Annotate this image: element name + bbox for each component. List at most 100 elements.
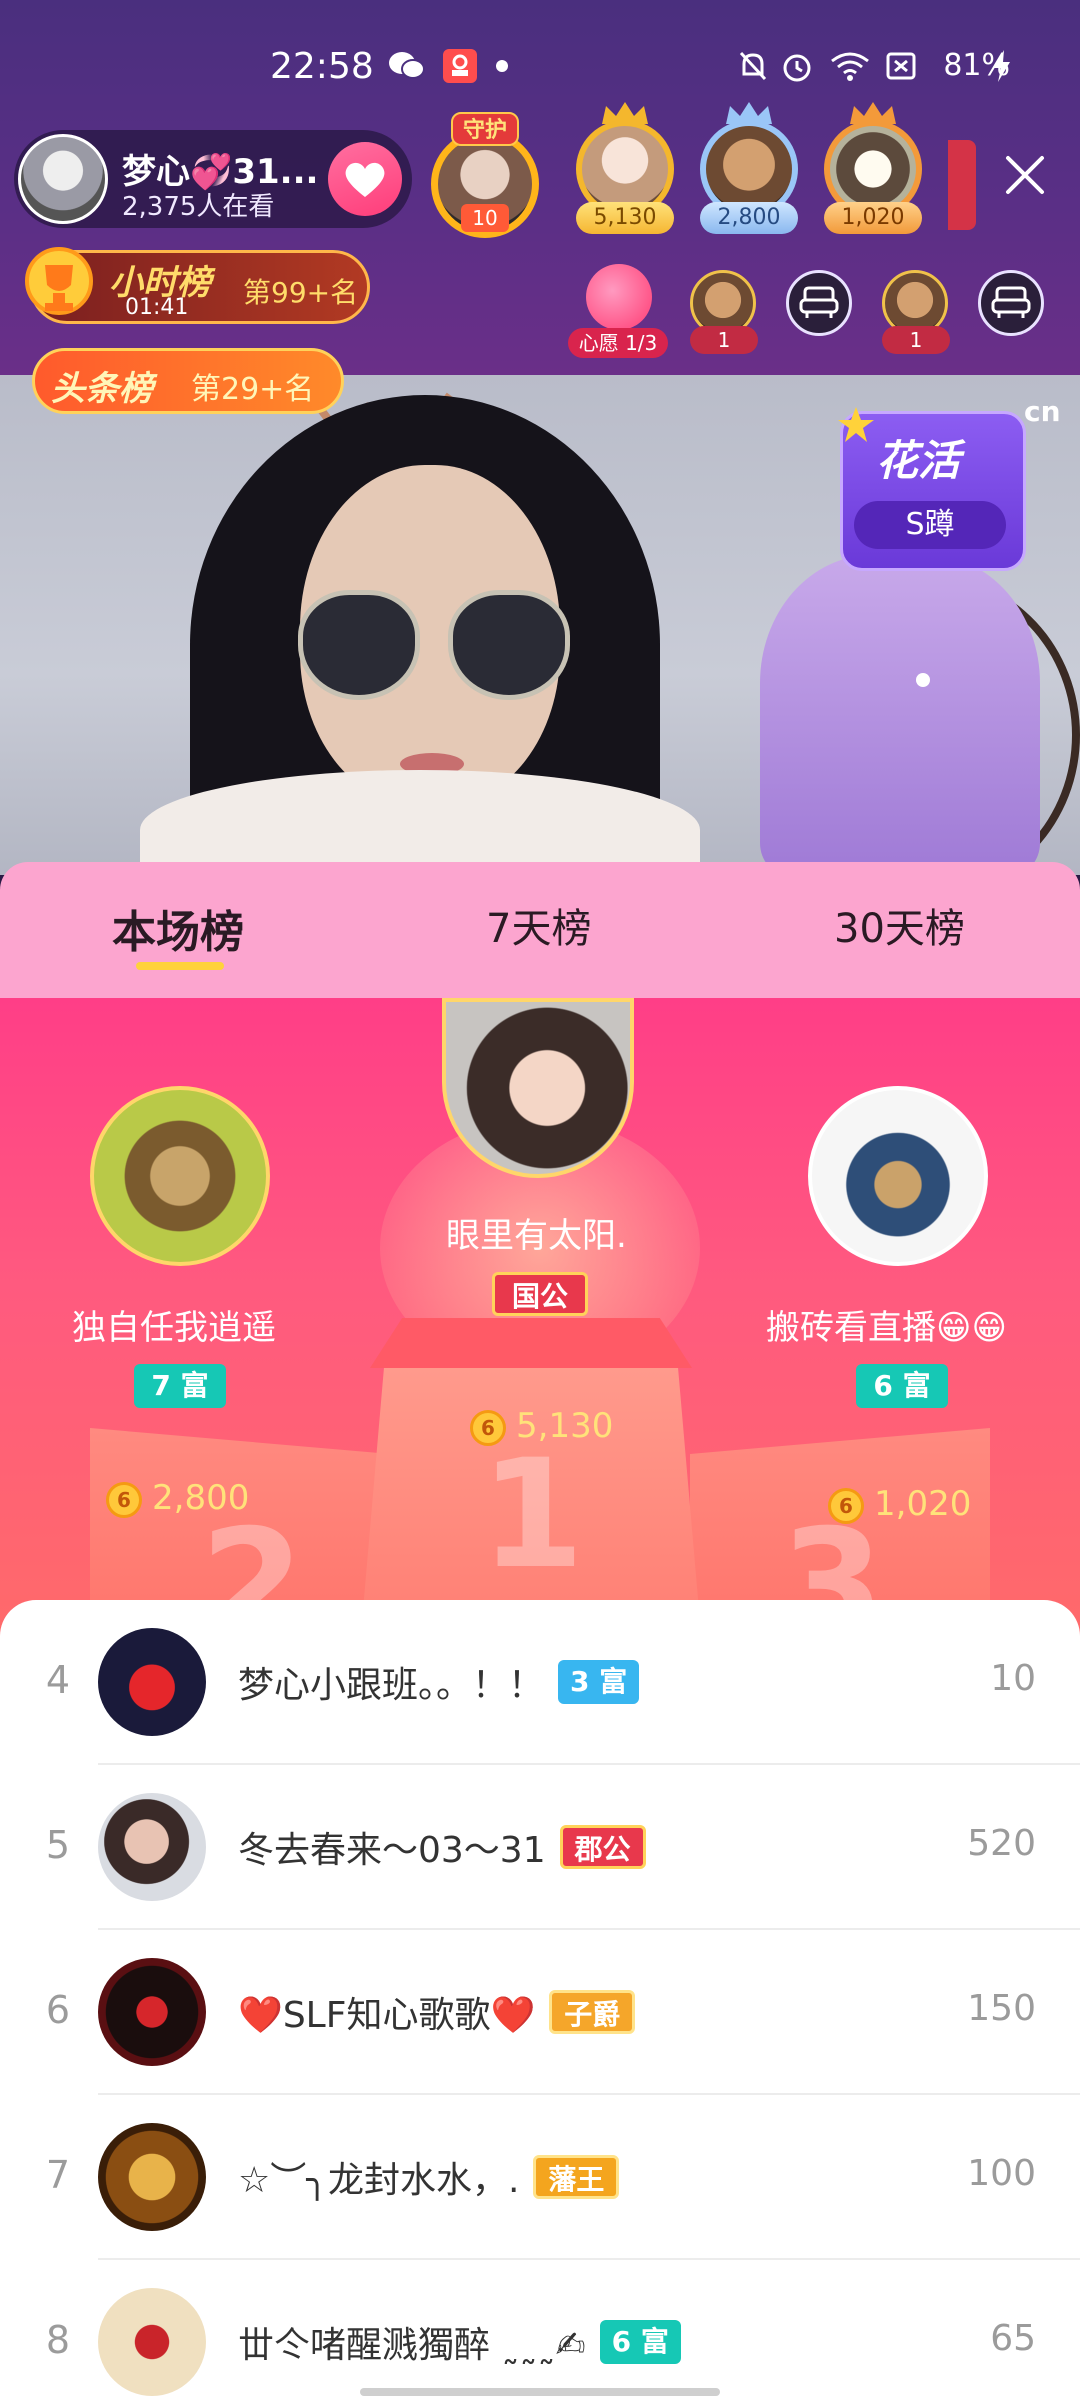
headline-rank-position: 第29+名 (191, 372, 315, 407)
podium-first-top (370, 1318, 692, 1368)
sofa-icon (786, 270, 852, 336)
mic-seat-empty-2[interactable] (978, 270, 1048, 360)
anchor-info[interactable]: 梦心💞31... 2,375人在看 (14, 130, 412, 228)
list-item[interactable]: 4 梦心小跟班。。！！ 3 富 10 (0, 1600, 1080, 1765)
mic-seat-2[interactable]: 1 (882, 270, 952, 360)
wealth-badge: 3 富 (558, 1660, 640, 1704)
row-name: ❤️SLF知心歌歌❤️ 子爵 (238, 1986, 636, 2038)
top-viewer-score: 2,800 (700, 202, 798, 234)
noble-badge: 郡公 (559, 1825, 646, 1869)
home-indicator[interactable] (360, 2388, 720, 2396)
heart-icon (345, 162, 385, 197)
noble-badge: 子爵 (549, 1990, 636, 2034)
second-place-wealth-badge: 7 富 (134, 1364, 226, 1408)
coin-icon: 6 (470, 1409, 506, 1446)
mic-seat-empty-1[interactable] (786, 270, 856, 360)
first-place-amount: 6 5,130 (470, 1406, 613, 1446)
row-score: 150 (967, 1988, 1036, 2029)
mic-seat-1[interactable]: 1 (690, 270, 760, 360)
activity-banner[interactable]: 花活 S蹲 (836, 405, 1032, 575)
row-avatar[interactable] (98, 1628, 206, 1736)
top-viewer-score: 1,020 (824, 202, 922, 234)
coin-icon: 6 (828, 1487, 864, 1524)
sim-icon (886, 48, 916, 84)
second-place-name: 独自任我逍遥 (72, 1308, 276, 1348)
list-item[interactable]: 7 ☆︶╮龙封水水，. 藩王 100 (0, 2095, 1080, 2260)
row-score: 65 (990, 2318, 1036, 2359)
wish-progress: 心愿 1/3 (568, 328, 668, 358)
row-rank: 5 (45, 1823, 71, 1867)
active-tab-underline (136, 962, 224, 970)
viewer-count: 2,375人在看 (122, 192, 275, 222)
headline-rank-title: 头条榜 (51, 369, 153, 409)
row-avatar[interactable] (98, 2123, 206, 2231)
row-rank: 6 (45, 1988, 71, 2032)
mute-icon (738, 48, 768, 84)
tab-7-days[interactable]: 7天榜 (486, 896, 591, 954)
app-notification-icon (442, 48, 478, 84)
status-bar: 22:58 81% (0, 38, 1080, 98)
list-item[interactable]: 6 ❤️SLF知心歌歌❤️ 子爵 150 (0, 1930, 1080, 2095)
row-avatar[interactable] (98, 2288, 206, 2396)
podium-number-1: 1 (480, 1428, 585, 1602)
list-item[interactable]: 8 丗仒啫醒溅獨醉 ˷˷˷✍ 6 富 65 (0, 2260, 1080, 2400)
headline-rank-badge[interactable]: 头条榜 第29+名 (32, 348, 344, 414)
charging-icon (992, 48, 1012, 84)
page-indicator-dot (916, 673, 930, 687)
row-avatar[interactable] (98, 1793, 206, 1901)
activity-title: 花活 (876, 436, 961, 485)
hour-rank-timer: 01:41 (125, 295, 189, 320)
seat-count: 1 (690, 326, 758, 354)
tab-30-days[interactable]: 30天榜 (834, 896, 965, 954)
hour-rank-badge[interactable]: 小时榜 01:41 第99+名 (25, 247, 370, 324)
row-name: 梦心小跟班。。！！ 3 富 (238, 1656, 640, 1708)
row-name: ☆︶╮龙封水水，. 藩王 (238, 2151, 620, 2203)
second-place-amount: 6 2,800 (106, 1478, 249, 1518)
guard-badge[interactable]: 守护 10 (425, 112, 545, 242)
second-place-avatar[interactable] (90, 1086, 270, 1266)
anchor-avatar[interactable] (18, 134, 108, 224)
first-place-title-badge: 国公 (492, 1272, 588, 1316)
wish-heart-icon (586, 264, 652, 330)
activity-cn-tag: cn (1024, 395, 1061, 428)
row-rank: 7 (45, 2153, 71, 2197)
more-viewers-edge[interactable] (948, 140, 976, 230)
wealth-badge: 6 富 (599, 2320, 681, 2364)
live-header: 22:58 81% 梦心💞31... 2,375人在看 守护 10 5,130 … (0, 0, 1080, 375)
close-icon[interactable] (1000, 150, 1050, 200)
sunglasses-left (298, 590, 420, 700)
follow-button[interactable] (328, 142, 402, 216)
wifi-icon (830, 48, 870, 84)
guard-label: 守护 (451, 112, 519, 146)
top-viewer-2[interactable]: 2,800 (694, 102, 804, 240)
hour-rank-position: 第99+名 (243, 276, 359, 309)
sofa-icon (978, 270, 1044, 336)
third-place-wealth-badge: 6 富 (856, 1364, 948, 1408)
row-score: 520 (967, 1823, 1036, 1864)
top-viewer-score: 5,130 (576, 202, 674, 234)
wish-badge[interactable]: 心愿 1/3 (568, 264, 668, 360)
list-item[interactable]: 5 冬去春来～03～31 郡公 520 (0, 1765, 1080, 1930)
row-rank: 8 (45, 2318, 71, 2362)
alarm-icon (780, 48, 814, 84)
row-rank: 4 (45, 1658, 71, 1702)
top3-podium: 1 2 3 眼里有太阳. 国公 6 5,130 独自任我逍遥 7 富 6 2,800… (0, 998, 1080, 1638)
star-icon (838, 407, 874, 442)
row-score: 10 (990, 1658, 1036, 1699)
ranking-tabs: 本场榜 7天榜 30天榜 (0, 862, 1080, 998)
third-place-avatar[interactable] (808, 1086, 988, 1266)
dot-icon (496, 48, 508, 84)
first-place-name: 眼里有太阳. (446, 1216, 627, 1256)
top-viewer-3[interactable]: 1,020 (818, 102, 928, 240)
third-place-amount: 6 1,020 (828, 1484, 971, 1524)
top-viewer-1[interactable]: 5,130 (570, 102, 680, 240)
ranking-list[interactable]: 4 梦心小跟班。。！！ 3 富 10 5 冬去春来～03～31 郡公 520 6 ❤… (0, 1600, 1080, 2400)
seat-count: 1 (882, 326, 950, 354)
row-avatar[interactable] (98, 1958, 206, 2066)
guard-count: 10 (461, 204, 509, 232)
tab-this-session[interactable]: 本场榜 (112, 896, 244, 960)
wechat-icon (388, 48, 426, 84)
row-name: 丗仒啫醒溅獨醉 ˷˷˷✍ 6 富 (238, 2316, 681, 2368)
trophy-icon (25, 247, 93, 315)
row-name: 冬去春来～03～31 郡公 (238, 1821, 646, 1873)
